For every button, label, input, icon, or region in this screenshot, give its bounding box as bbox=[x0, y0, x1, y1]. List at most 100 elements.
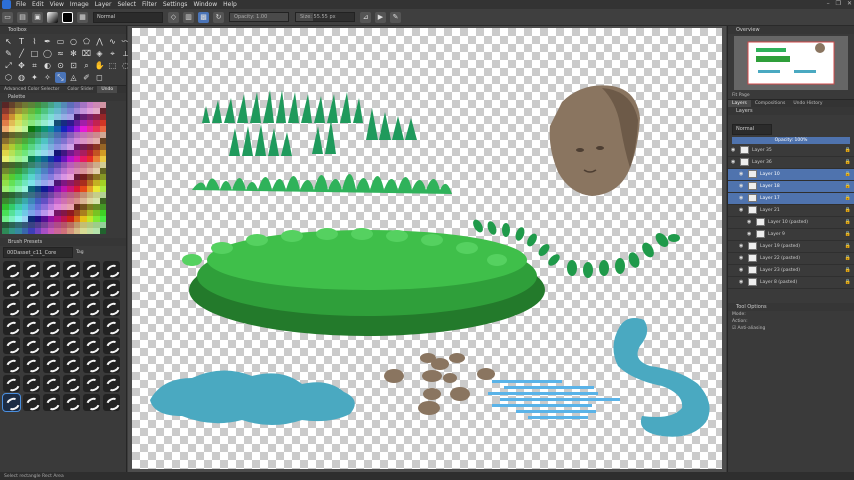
brush-preset-icon[interactable] bbox=[23, 356, 40, 373]
brush-preset-icon[interactable] bbox=[63, 394, 80, 411]
brush-preset-icon[interactable] bbox=[3, 280, 20, 297]
brush-preset-icon[interactable] bbox=[83, 261, 100, 278]
brush-preset-icon[interactable] bbox=[23, 337, 40, 354]
layer-row[interactable]: ◉ Layer 21 🔒 bbox=[728, 205, 854, 217]
tab-compositions[interactable]: Compositions bbox=[751, 100, 789, 107]
dyna-tool-icon[interactable]: ≈ bbox=[55, 48, 66, 59]
smart-patch-icon[interactable]: ⌧ bbox=[81, 48, 92, 59]
brush-preset-icon[interactable] bbox=[3, 356, 20, 373]
move-icon[interactable]: ✥ bbox=[16, 60, 27, 71]
polyline-icon[interactable]: ⋀ bbox=[94, 36, 105, 47]
brush-preset-icon[interactable] bbox=[83, 318, 100, 335]
brush-preset-icon[interactable] bbox=[103, 337, 120, 354]
brush-preset-icon[interactable] bbox=[103, 318, 120, 335]
brush-preset-icon[interactable] bbox=[43, 394, 60, 411]
tab-color-slider[interactable]: Color Slider bbox=[63, 86, 97, 93]
brush-preset-icon[interactable] bbox=[43, 280, 60, 297]
tab-undo[interactable]: Undo bbox=[97, 86, 118, 93]
extra-tool-icon[interactable]: ◻ bbox=[94, 72, 105, 83]
tab-layers[interactable]: Layers bbox=[728, 100, 751, 107]
ellipse-icon[interactable]: ○ bbox=[68, 36, 79, 47]
visibility-icon[interactable]: ◉ bbox=[739, 183, 745, 189]
brush-preset-icon[interactable] bbox=[63, 375, 80, 392]
wrap-mode-icon[interactable]: ▩ bbox=[198, 11, 209, 23]
color-swap-icon[interactable] bbox=[62, 11, 73, 23]
preserve-alpha-icon[interactable]: ▥ bbox=[183, 11, 194, 23]
size-slider[interactable]: Size: 55.55 px bbox=[295, 12, 355, 22]
rectangle-icon[interactable]: ▭ bbox=[55, 36, 66, 47]
visibility-icon[interactable]: ◉ bbox=[739, 207, 745, 213]
brush-preset-icon[interactable] bbox=[3, 261, 20, 278]
tab-undo-history[interactable]: Undo History bbox=[789, 100, 826, 107]
visibility-icon[interactable]: ◉ bbox=[739, 243, 745, 249]
layer-row[interactable]: ◉ Layer 23 (pasted) 🔒 bbox=[728, 265, 854, 277]
brush-preset-icon[interactable] bbox=[83, 356, 100, 373]
brush-preset-icon[interactable] bbox=[63, 280, 80, 297]
layer-blend-select[interactable]: Normal bbox=[732, 123, 772, 135]
visibility-icon[interactable]: ◉ bbox=[739, 279, 745, 285]
overview-thumbnail[interactable] bbox=[734, 36, 848, 90]
layer-row[interactable]: ◉ Layer 9 🔒 bbox=[728, 229, 854, 241]
rect-tool-icon[interactable]: □ bbox=[29, 48, 40, 59]
brush-preset-icon[interactable] bbox=[23, 394, 40, 411]
reload-preset-icon[interactable]: ↻ bbox=[213, 11, 224, 23]
menu-layer[interactable]: Layer bbox=[92, 1, 115, 8]
brush-preset-icon[interactable] bbox=[103, 261, 120, 278]
layer-row[interactable]: ◉ Layer 35 🔒 bbox=[728, 145, 854, 157]
lock-icon[interactable]: 🔒 bbox=[845, 147, 851, 153]
mirror-horizontal-icon[interactable]: ⊿ bbox=[360, 11, 371, 23]
lock-icon[interactable]: 🔒 bbox=[845, 207, 851, 213]
canvas[interactable] bbox=[132, 28, 722, 469]
brush-preset-icon[interactable] bbox=[43, 261, 60, 278]
restore-icon[interactable]: ❐ bbox=[836, 0, 841, 7]
brush-preset-icon[interactable] bbox=[43, 337, 60, 354]
blend-mode-select[interactable]: Normal bbox=[93, 11, 163, 23]
polygon-select-icon[interactable]: ⬡ bbox=[3, 72, 14, 83]
brush-preset-icon[interactable] bbox=[43, 318, 60, 335]
text-tool-icon[interactable]: T bbox=[16, 36, 27, 47]
brush-preset-icon[interactable] bbox=[83, 280, 100, 297]
fill-icon[interactable]: ◈ bbox=[94, 48, 105, 59]
visibility-icon[interactable]: ◉ bbox=[747, 231, 753, 237]
menu-file[interactable]: File bbox=[13, 1, 29, 8]
brush-tool-icon[interactable]: ✎ bbox=[3, 48, 14, 59]
visibility-icon[interactable]: ◉ bbox=[739, 267, 745, 273]
assistant-icon[interactable]: ⊙ bbox=[55, 60, 66, 71]
new-document-icon[interactable]: ▭ bbox=[2, 11, 13, 23]
brush-preset-icon[interactable] bbox=[3, 375, 20, 392]
brush-preset-icon[interactable] bbox=[63, 318, 80, 335]
brush-preset-icon[interactable] bbox=[43, 299, 60, 316]
brush-preset-icon[interactable] bbox=[103, 280, 120, 297]
polygon-icon[interactable]: ⬠ bbox=[81, 36, 92, 47]
crop-icon[interactable]: ⌗ bbox=[29, 60, 40, 71]
contiguous-select-icon[interactable]: ✦ bbox=[29, 72, 40, 83]
lock-icon[interactable]: 🔒 bbox=[845, 255, 851, 261]
palette-swatch[interactable] bbox=[99, 228, 106, 234]
zoom-icon[interactable]: ⌕ bbox=[81, 60, 92, 71]
tab-advanced-color-selector[interactable]: Advanced Color Selector bbox=[0, 86, 63, 93]
brush-preset-icon[interactable] bbox=[63, 299, 80, 316]
brush-preset-icon[interactable] bbox=[63, 337, 80, 354]
fit-page-label[interactable]: Fit Page bbox=[728, 92, 854, 99]
save-icon[interactable]: ▣ bbox=[32, 11, 43, 23]
lock-icon[interactable]: 🔒 bbox=[845, 231, 851, 237]
lock-icon[interactable]: 🔒 bbox=[845, 267, 851, 273]
layer-opacity-slider[interactable]: Opacity: 100% bbox=[732, 136, 850, 144]
brush-preset-grid[interactable] bbox=[0, 259, 126, 413]
brush-preset-icon[interactable] bbox=[3, 299, 20, 316]
brush-preset-icon[interactable] bbox=[103, 299, 120, 316]
layer-row[interactable]: ◉ Layer 18 🔒 bbox=[728, 180, 854, 193]
brush-preset-icon[interactable] bbox=[103, 375, 120, 392]
visibility-icon[interactable]: ◉ bbox=[747, 219, 753, 225]
layer-row[interactable]: ◉ Layer 36 🔒 bbox=[728, 157, 854, 169]
brush-preset-icon[interactable] bbox=[23, 375, 40, 392]
brush-select-icon[interactable]: ✐ bbox=[81, 72, 92, 83]
brush-preset-icon[interactable] bbox=[103, 356, 120, 373]
mirror-vertical-icon[interactable]: ▶ bbox=[375, 11, 386, 23]
bezier-select-icon[interactable]: ◬ bbox=[68, 72, 79, 83]
lock-icon[interactable]: 🔒 bbox=[845, 243, 851, 249]
line-tool-icon[interactable]: ╱ bbox=[16, 48, 27, 59]
lock-icon[interactable]: 🔒 bbox=[845, 195, 851, 201]
visibility-icon[interactable]: ◉ bbox=[731, 159, 737, 165]
menu-help[interactable]: Help bbox=[220, 1, 240, 8]
